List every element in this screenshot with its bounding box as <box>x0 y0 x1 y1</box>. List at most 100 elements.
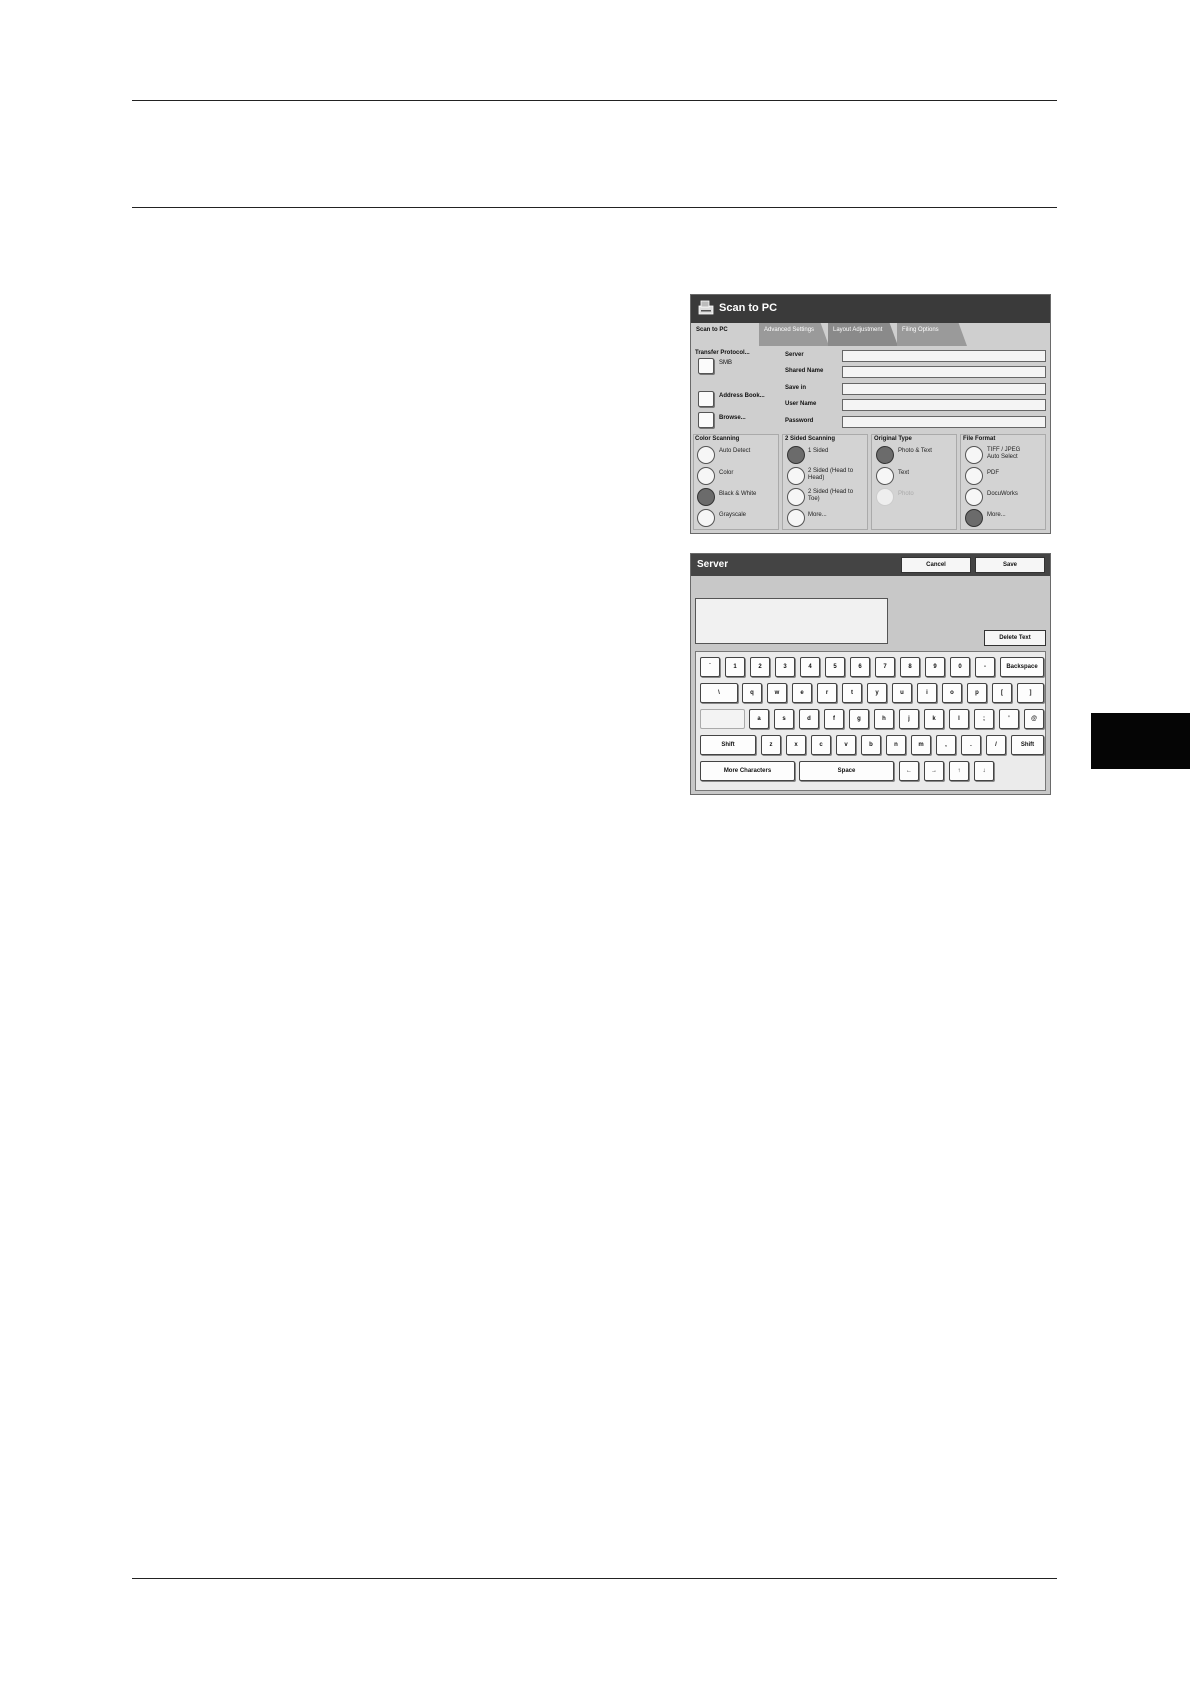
color-grayscale-radio[interactable] <box>697 509 715 527</box>
key-q[interactable]: q <box>742 683 762 703</box>
save-button[interactable]: Save <box>975 557 1045 573</box>
two-sided-head-to-head-radio[interactable] <box>787 467 805 485</box>
server-keyboard-screen: Server Cancel Save Delete Text ` 1 2 3 4… <box>690 553 1051 795</box>
user-name-field[interactable] <box>842 399 1046 411</box>
two-sided-head-to-toe-radio[interactable] <box>787 488 805 506</box>
key-y[interactable]: y <box>867 683 887 703</box>
tiff-jpeg-radio[interactable] <box>965 446 983 464</box>
one-sided-radio[interactable] <box>787 446 805 464</box>
key-a[interactable]: a <box>749 709 769 729</box>
key-9[interactable]: 9 <box>925 657 945 677</box>
key-b[interactable]: b <box>861 735 881 755</box>
key-backtick[interactable]: ` <box>700 657 720 677</box>
delete-text-button[interactable]: Delete Text <box>984 630 1046 646</box>
docuworks-radio[interactable] <box>965 488 983 506</box>
key-8[interactable]: 8 <box>900 657 920 677</box>
password-field[interactable] <box>842 416 1046 428</box>
key-o[interactable]: o <box>942 683 962 703</box>
key-z[interactable]: z <box>761 735 781 755</box>
tab-filing-options[interactable]: Filing Options <box>897 323 967 346</box>
key-backslash[interactable]: \ <box>700 683 738 703</box>
arrow-down-key[interactable]: ↓ <box>974 761 994 781</box>
footer-rule <box>132 1578 1057 1579</box>
key-period[interactable]: . <box>961 735 981 755</box>
key-left-bracket[interactable]: [ <box>992 683 1012 703</box>
password-field-label: Password <box>785 418 814 424</box>
tab-layout-adjustment[interactable]: Layout Adjustment <box>828 323 898 346</box>
key-w[interactable]: w <box>767 683 787 703</box>
tab-advanced-settings[interactable]: Advanced Settings <box>759 323 829 346</box>
address-book-label: Address Book... <box>719 393 765 399</box>
key-r[interactable]: r <box>817 683 837 703</box>
key-at[interactable]: @ <box>1024 709 1044 729</box>
server-text-input[interactable] <box>695 598 888 644</box>
file-format-more-radio[interactable] <box>965 509 983 527</box>
right-shift-key[interactable]: Shift <box>1011 735 1044 755</box>
key-l[interactable]: l <box>949 709 969 729</box>
arrow-up-key[interactable]: ↑ <box>949 761 969 781</box>
key-6[interactable]: 6 <box>850 657 870 677</box>
key-i[interactable]: i <box>917 683 937 703</box>
text-radio[interactable] <box>876 467 894 485</box>
key-3[interactable]: 3 <box>775 657 795 677</box>
docuworks-label: DocuWorks <box>987 491 1018 497</box>
more-characters-key[interactable]: More Characters <box>700 761 795 781</box>
key-1[interactable]: 1 <box>725 657 745 677</box>
key-right-bracket[interactable]: ] <box>1017 683 1044 703</box>
key-x[interactable]: x <box>786 735 806 755</box>
key-m[interactable]: m <box>911 735 931 755</box>
key-apostrophe[interactable]: ' <box>999 709 1019 729</box>
arrow-right-key[interactable]: → <box>924 761 944 781</box>
header-rule-top <box>132 100 1057 101</box>
key-p[interactable]: p <box>967 683 987 703</box>
key-n[interactable]: n <box>886 735 906 755</box>
key-0[interactable]: 0 <box>950 657 970 677</box>
key-7[interactable]: 7 <box>875 657 895 677</box>
address-book-button[interactable] <box>698 391 714 407</box>
key-2[interactable]: 2 <box>750 657 770 677</box>
transfer-protocol-value: SMB <box>719 360 733 366</box>
shared-name-field[interactable] <box>842 366 1046 378</box>
key-h[interactable]: h <box>874 709 894 729</box>
scan-to-pc-title: Scan to PC <box>719 302 778 314</box>
color-color-radio[interactable] <box>697 467 715 485</box>
key-e[interactable]: e <box>792 683 812 703</box>
browse-button[interactable] <box>698 412 714 428</box>
key-slash[interactable]: / <box>986 735 1006 755</box>
key-d[interactable]: d <box>799 709 819 729</box>
original-type-title: Original Type <box>874 436 912 442</box>
save-in-field[interactable] <box>842 383 1046 395</box>
key-c[interactable]: c <box>811 735 831 755</box>
key-j[interactable]: j <box>899 709 919 729</box>
two-sided-more-label: More... <box>808 512 827 518</box>
key-4[interactable]: 4 <box>800 657 820 677</box>
server-field-label: Server <box>785 352 804 358</box>
two-sided-more-radio[interactable] <box>787 509 805 527</box>
tab-scan-to-pc[interactable]: Scan to PC <box>691 323 761 346</box>
key-u[interactable]: u <box>892 683 912 703</box>
color-auto-detect-radio[interactable] <box>697 446 715 464</box>
text-label: Text <box>898 470 910 476</box>
pdf-radio[interactable] <box>965 467 983 485</box>
arrow-left-key[interactable]: ← <box>899 761 919 781</box>
cancel-button[interactable]: Cancel <box>901 557 971 573</box>
photo-text-radio[interactable] <box>876 446 894 464</box>
key-t[interactable]: t <box>842 683 862 703</box>
shared-name-field-label: Shared Name <box>785 368 824 374</box>
server-field[interactable] <box>842 350 1046 362</box>
color-black-white-radio[interactable] <box>697 488 715 506</box>
key-s[interactable]: s <box>774 709 794 729</box>
backspace-key[interactable]: Backspace <box>1000 657 1044 677</box>
scan-to-pc-titlebar: Scan to PC <box>691 295 1050 323</box>
left-shift-key[interactable]: Shift <box>700 735 756 755</box>
key-f[interactable]: f <box>824 709 844 729</box>
key-5[interactable]: 5 <box>825 657 845 677</box>
key-g[interactable]: g <box>849 709 869 729</box>
space-key[interactable]: Space <box>799 761 894 781</box>
key-k[interactable]: k <box>924 709 944 729</box>
key-comma[interactable]: , <box>936 735 956 755</box>
key-minus[interactable]: - <box>975 657 995 677</box>
key-v[interactable]: v <box>836 735 856 755</box>
transfer-protocol-button[interactable] <box>698 358 714 374</box>
key-semicolon[interactable]: ; <box>974 709 994 729</box>
